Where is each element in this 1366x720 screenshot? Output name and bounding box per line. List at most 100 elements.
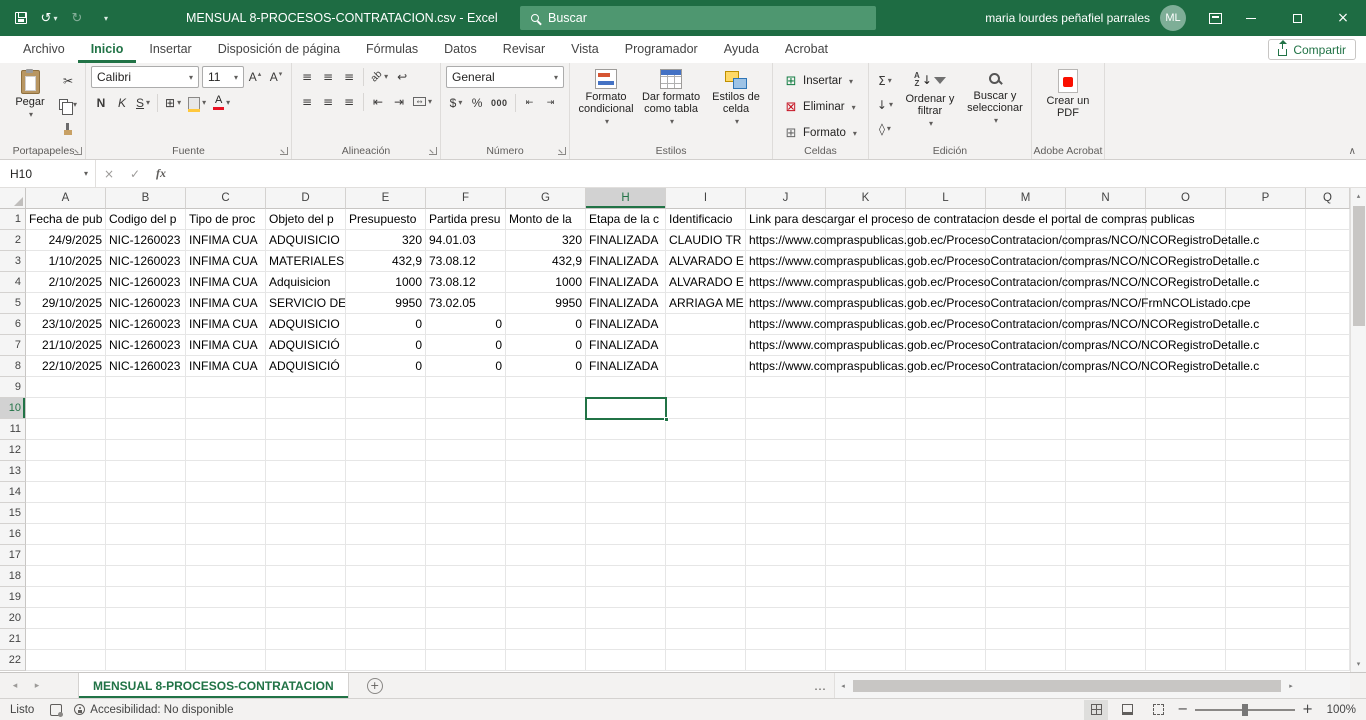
cell-N15[interactable] xyxy=(1066,503,1146,524)
cell-I20[interactable] xyxy=(666,608,746,629)
cell-H1[interactable]: Etapa de la c xyxy=(586,209,666,230)
cell-K18[interactable] xyxy=(826,566,906,587)
cell-J1[interactable]: Link para descargar el proceso de contra… xyxy=(746,209,826,230)
cell-F15[interactable] xyxy=(426,503,506,524)
enter-button[interactable]: ✓ xyxy=(122,167,148,181)
cell-M10[interactable] xyxy=(986,398,1066,419)
cell-I3[interactable]: ALVARADO E xyxy=(666,251,746,272)
ribbon-tab-archivo[interactable]: Archivo xyxy=(10,36,78,63)
cell-I21[interactable] xyxy=(666,629,746,650)
cell-B13[interactable] xyxy=(106,461,186,482)
row-header-2[interactable]: 2 xyxy=(0,230,26,251)
cell-O22[interactable] xyxy=(1146,650,1226,671)
cell-Q5[interactable] xyxy=(1306,293,1350,314)
sheet-nav-right[interactable]: ▸ xyxy=(26,673,48,698)
row-header-12[interactable]: 12 xyxy=(0,440,26,461)
cell-M21[interactable] xyxy=(986,629,1066,650)
cell-H15[interactable] xyxy=(586,503,666,524)
sheet-nav-left[interactable]: ◂ xyxy=(4,673,26,698)
cell-J15[interactable] xyxy=(746,503,826,524)
cell-F21[interactable] xyxy=(426,629,506,650)
cell-A8[interactable]: 22/10/2025 xyxy=(26,356,106,377)
cell-K22[interactable] xyxy=(826,650,906,671)
cell-J4[interactable]: https://www.compraspublicas.gob.ec/Proce… xyxy=(746,272,826,293)
conditional-formatting-button[interactable]: Formato condicional ▾ xyxy=(575,66,637,126)
cell-E10[interactable] xyxy=(346,398,426,419)
row-header-19[interactable]: 19 xyxy=(0,587,26,608)
cell-J11[interactable] xyxy=(746,419,826,440)
italic-button[interactable]: K xyxy=(112,92,132,113)
align-bottom-button[interactable]: ≡ xyxy=(339,66,359,87)
cell-P19[interactable] xyxy=(1226,587,1306,608)
cell-I22[interactable] xyxy=(666,650,746,671)
cell-J14[interactable] xyxy=(746,482,826,503)
cell-H17[interactable] xyxy=(586,545,666,566)
cell-H13[interactable] xyxy=(586,461,666,482)
find-select-button[interactable]: Buscar y seleccionar ▾ xyxy=(964,66,1026,139)
cell-P21[interactable] xyxy=(1226,629,1306,650)
name-box[interactable]: H10 ▾ xyxy=(0,160,96,187)
cell-K21[interactable] xyxy=(826,629,906,650)
cell-F19[interactable] xyxy=(426,587,506,608)
cell-F17[interactable] xyxy=(426,545,506,566)
create-pdf-button[interactable]: Crear un PDF xyxy=(1037,66,1099,119)
cell-G13[interactable] xyxy=(506,461,586,482)
cell-A1[interactable]: Fecha de pub xyxy=(26,209,106,230)
row-header-6[interactable]: 6 xyxy=(0,314,26,335)
cell-H12[interactable] xyxy=(586,440,666,461)
cell-F6[interactable]: 0 xyxy=(426,314,506,335)
paste-button[interactable]: Pegar ▾ xyxy=(7,66,53,140)
cell-E16[interactable] xyxy=(346,524,426,545)
cell-E4[interactable]: 1000 xyxy=(346,272,426,293)
cell-L16[interactable] xyxy=(906,524,986,545)
cell-G2[interactable]: 320 xyxy=(506,230,586,251)
cell-A4[interactable]: 2/10/2025 xyxy=(26,272,106,293)
user-name[interactable]: maria lourdes peñafiel parrales xyxy=(985,11,1150,25)
borders-button[interactable]: ⊞▾ xyxy=(162,92,184,113)
cell-F22[interactable] xyxy=(426,650,506,671)
cell-N9[interactable] xyxy=(1066,377,1146,398)
cell-K9[interactable] xyxy=(826,377,906,398)
cell-M19[interactable] xyxy=(986,587,1066,608)
user-avatar[interactable]: ML xyxy=(1160,5,1186,31)
cell-E18[interactable] xyxy=(346,566,426,587)
ribbon-tab-ayuda[interactable]: Ayuda xyxy=(711,36,772,63)
cell-F12[interactable] xyxy=(426,440,506,461)
cell-O9[interactable] xyxy=(1146,377,1226,398)
cell-G10[interactable] xyxy=(506,398,586,419)
cell-E13[interactable] xyxy=(346,461,426,482)
cell-P9[interactable] xyxy=(1226,377,1306,398)
cell-L19[interactable] xyxy=(906,587,986,608)
column-header-G[interactable]: G xyxy=(506,188,586,209)
cell-I13[interactable] xyxy=(666,461,746,482)
cell-E12[interactable] xyxy=(346,440,426,461)
column-header-J[interactable]: J xyxy=(746,188,826,209)
close-button[interactable]: × xyxy=(1320,0,1366,36)
scroll-right-arrow[interactable]: ▸ xyxy=(1283,678,1299,694)
cell-D5[interactable]: SERVICIO DE xyxy=(266,293,346,314)
cell-M9[interactable] xyxy=(986,377,1066,398)
cell-N11[interactable] xyxy=(1066,419,1146,440)
cell-H11[interactable] xyxy=(586,419,666,440)
cell-A15[interactable] xyxy=(26,503,106,524)
cell-N12[interactable] xyxy=(1066,440,1146,461)
cell-N14[interactable] xyxy=(1066,482,1146,503)
cell-M20[interactable] xyxy=(986,608,1066,629)
ribbon-tab-inicio[interactable]: Inicio xyxy=(78,36,137,63)
cell-J9[interactable] xyxy=(746,377,826,398)
vertical-scrollbar[interactable]: ▴ ▾ xyxy=(1350,188,1366,672)
ribbon-tab-acrobat[interactable]: Acrobat xyxy=(772,36,841,63)
cell-J5[interactable]: https://www.compraspublicas.gob.ec/Proce… xyxy=(746,293,826,314)
cell-M15[interactable] xyxy=(986,503,1066,524)
autosum-button[interactable]: Σ▾ xyxy=(874,70,896,91)
cell-C11[interactable] xyxy=(186,419,266,440)
row-header-16[interactable]: 16 xyxy=(0,524,26,545)
cell-A18[interactable] xyxy=(26,566,106,587)
column-header-C[interactable]: C xyxy=(186,188,266,209)
cell-Q2[interactable] xyxy=(1306,230,1350,251)
cell-J19[interactable] xyxy=(746,587,826,608)
cell-D10[interactable] xyxy=(266,398,346,419)
cell-I4[interactable]: ALVARADO E xyxy=(666,272,746,293)
cell-D15[interactable] xyxy=(266,503,346,524)
cell-G17[interactable] xyxy=(506,545,586,566)
